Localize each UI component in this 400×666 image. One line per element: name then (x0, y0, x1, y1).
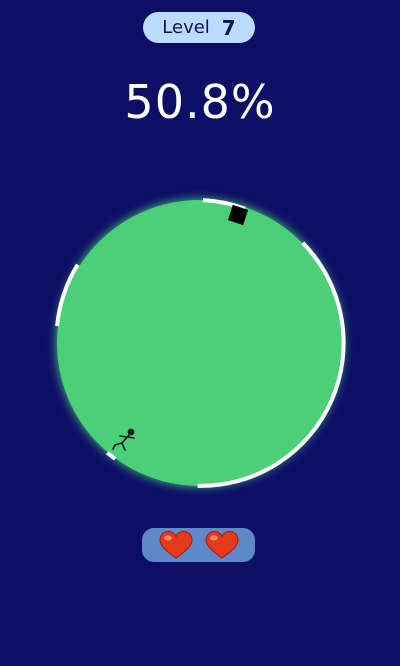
game-screen: Level 7 50.8% (0, 0, 400, 666)
heart-icon (158, 530, 193, 559)
lives-indicator (142, 528, 255, 562)
heart-icon (204, 530, 239, 559)
game-arena[interactable] (0, 0, 400, 666)
